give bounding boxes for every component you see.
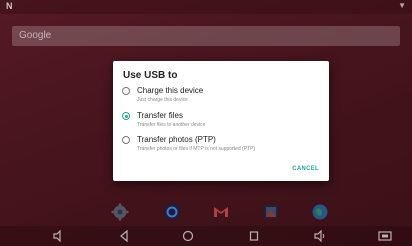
option-label: Transfer files xyxy=(137,111,183,120)
option-label: Charge this device xyxy=(137,86,204,95)
option-transfer-photos[interactable]: Transfer photos (PTP) Transfer photos or… xyxy=(122,135,322,157)
dialog-title: Use USB to xyxy=(123,70,178,81)
option-description: Transfer photos or files if MTP is not s… xyxy=(137,146,256,152)
usb-options-dialog: Use USB to Charge this device Just charg… xyxy=(113,61,329,181)
option-charge-device[interactable]: Charge this device Just charge this devi… xyxy=(122,86,322,108)
option-description: Transfer files to another device xyxy=(137,122,206,128)
radio-button-unchecked[interactable] xyxy=(122,87,130,95)
radio-button-checked[interactable] xyxy=(122,112,130,120)
option-label: Transfer photos (PTP) xyxy=(137,135,216,144)
option-transfer-files[interactable]: Transfer files Transfer files to another… xyxy=(122,111,322,133)
radio-button-unchecked[interactable] xyxy=(122,136,130,144)
option-description: Just charge this device xyxy=(137,97,188,103)
cancel-button[interactable]: CANCEL xyxy=(292,166,319,172)
